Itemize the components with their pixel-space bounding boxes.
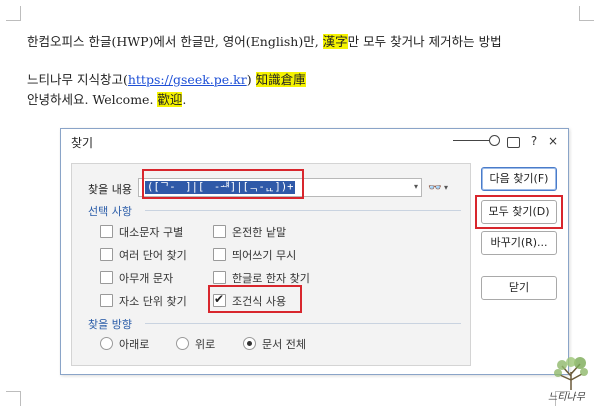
document-page: 한컴오피스 한글(HWP)에서 한글만, 영어(English)만, 漢字만 모… [0, 0, 600, 412]
replace-button[interactable]: 바꾸기(R)... [481, 231, 557, 255]
option-label: 온전한 낱말 [232, 226, 287, 239]
find-next-button[interactable]: 다음 찾기(F) [481, 167, 557, 191]
watermark-text: 느티나무 [548, 392, 585, 403]
checkbox[interactable] [100, 248, 113, 261]
option-label: 자소 단위 찾기 [119, 295, 187, 308]
doc-text: ) [246, 72, 252, 87]
message-icon[interactable] [507, 137, 520, 148]
find-dialog: 찾기 ? × 찾을 내용 ([ᄀ-ᅟ]|[ᅠ-ᆧ]|[ᆨ-ᇿ])+ ▾ 👓 ▾ … [60, 128, 569, 375]
checkbox[interactable] [100, 225, 113, 238]
page-corner-mark [6, 6, 21, 21]
doc-line-2: 느티나무 지식창고(https://gseek.pe.kr) 知識倉庫 [27, 69, 306, 88]
find-label: 찾을 내용 [88, 183, 132, 196]
option-label: 아무개 문자 [119, 272, 174, 285]
help-icon[interactable]: ? [527, 134, 541, 148]
annotation-box-find-all [475, 195, 563, 229]
checkbox[interactable] [100, 271, 113, 284]
option-label: 한글로 한자 찾기 [232, 272, 310, 285]
option-label: 대소문자 구별 [119, 226, 184, 239]
chevron-down-icon[interactable]: ▾ [414, 182, 418, 191]
checkbox[interactable] [213, 271, 226, 284]
transparency-slider-track[interactable] [453, 140, 493, 141]
doc-text: . [182, 92, 187, 107]
options-section-title: 선택 사항 [88, 205, 132, 218]
checkbox[interactable] [213, 248, 226, 261]
dialog-content: 찾을 내용 ([ᄀ-ᅟ]|[ᅠ-ᆧ]|[ᆨ-ᇿ])+ ▾ 👓 ▾ 선택 사항 대… [71, 163, 471, 366]
dialog-titlebar[interactable]: 찾기 ? × [61, 129, 568, 153]
doc-highlight: 漢字 [322, 34, 348, 49]
annotation-box-regex [208, 285, 302, 313]
tree-logo: 느티나무 [548, 356, 594, 406]
doc-highlight: 知識倉庫 [255, 72, 306, 87]
page-corner-mark [579, 6, 594, 21]
divider [145, 323, 461, 324]
search-options-button[interactable]: 👓 ▾ [424, 178, 454, 196]
dialog-title: 찾기 [71, 136, 94, 150]
doc-line-3: 안녕하세요. Welcome. 歡迎. [27, 89, 186, 108]
direction-label: 문서 전체 [262, 338, 306, 351]
direction-label: 위로 [195, 338, 216, 351]
binoculars-icon: 👓 [428, 181, 442, 194]
radio-button-selected[interactable] [243, 337, 256, 350]
checkbox[interactable] [100, 294, 113, 307]
doc-text: 느티나무 지식창고( [27, 72, 128, 87]
close-icon[interactable]: × [546, 134, 560, 148]
page-corner-mark [6, 391, 21, 406]
direction-label: 아래로 [119, 338, 150, 351]
transparency-slider-handle[interactable] [489, 135, 500, 146]
close-button[interactable]: 닫기 [481, 276, 557, 300]
doc-text: 만 모두 찾거나 제거하는 방법 [347, 34, 502, 49]
doc-text: 한컴오피스 한글(HWP)에서 한글만, 영어(English)만, [27, 34, 323, 49]
doc-line-1: 한컴오피스 한글(HWP)에서 한글만, 영어(English)만, 漢字만 모… [27, 31, 502, 50]
radio-button[interactable] [176, 337, 189, 350]
doc-link[interactable]: https://gseek.pe.kr [128, 72, 247, 87]
direction-section-title: 찾을 방향 [88, 318, 132, 331]
option-label: 띄어쓰기 무시 [232, 249, 297, 262]
checkbox[interactable] [213, 225, 226, 238]
divider [145, 210, 461, 211]
doc-highlight: 歡迎 [157, 92, 183, 107]
radio-button[interactable] [100, 337, 113, 350]
chevron-down-icon: ▾ [444, 183, 449, 192]
annotation-box-find [142, 169, 304, 199]
tree-icon [554, 357, 588, 390]
option-label: 여러 단어 찾기 [119, 249, 187, 262]
doc-text: 안녕하세요. Welcome. [27, 92, 158, 107]
